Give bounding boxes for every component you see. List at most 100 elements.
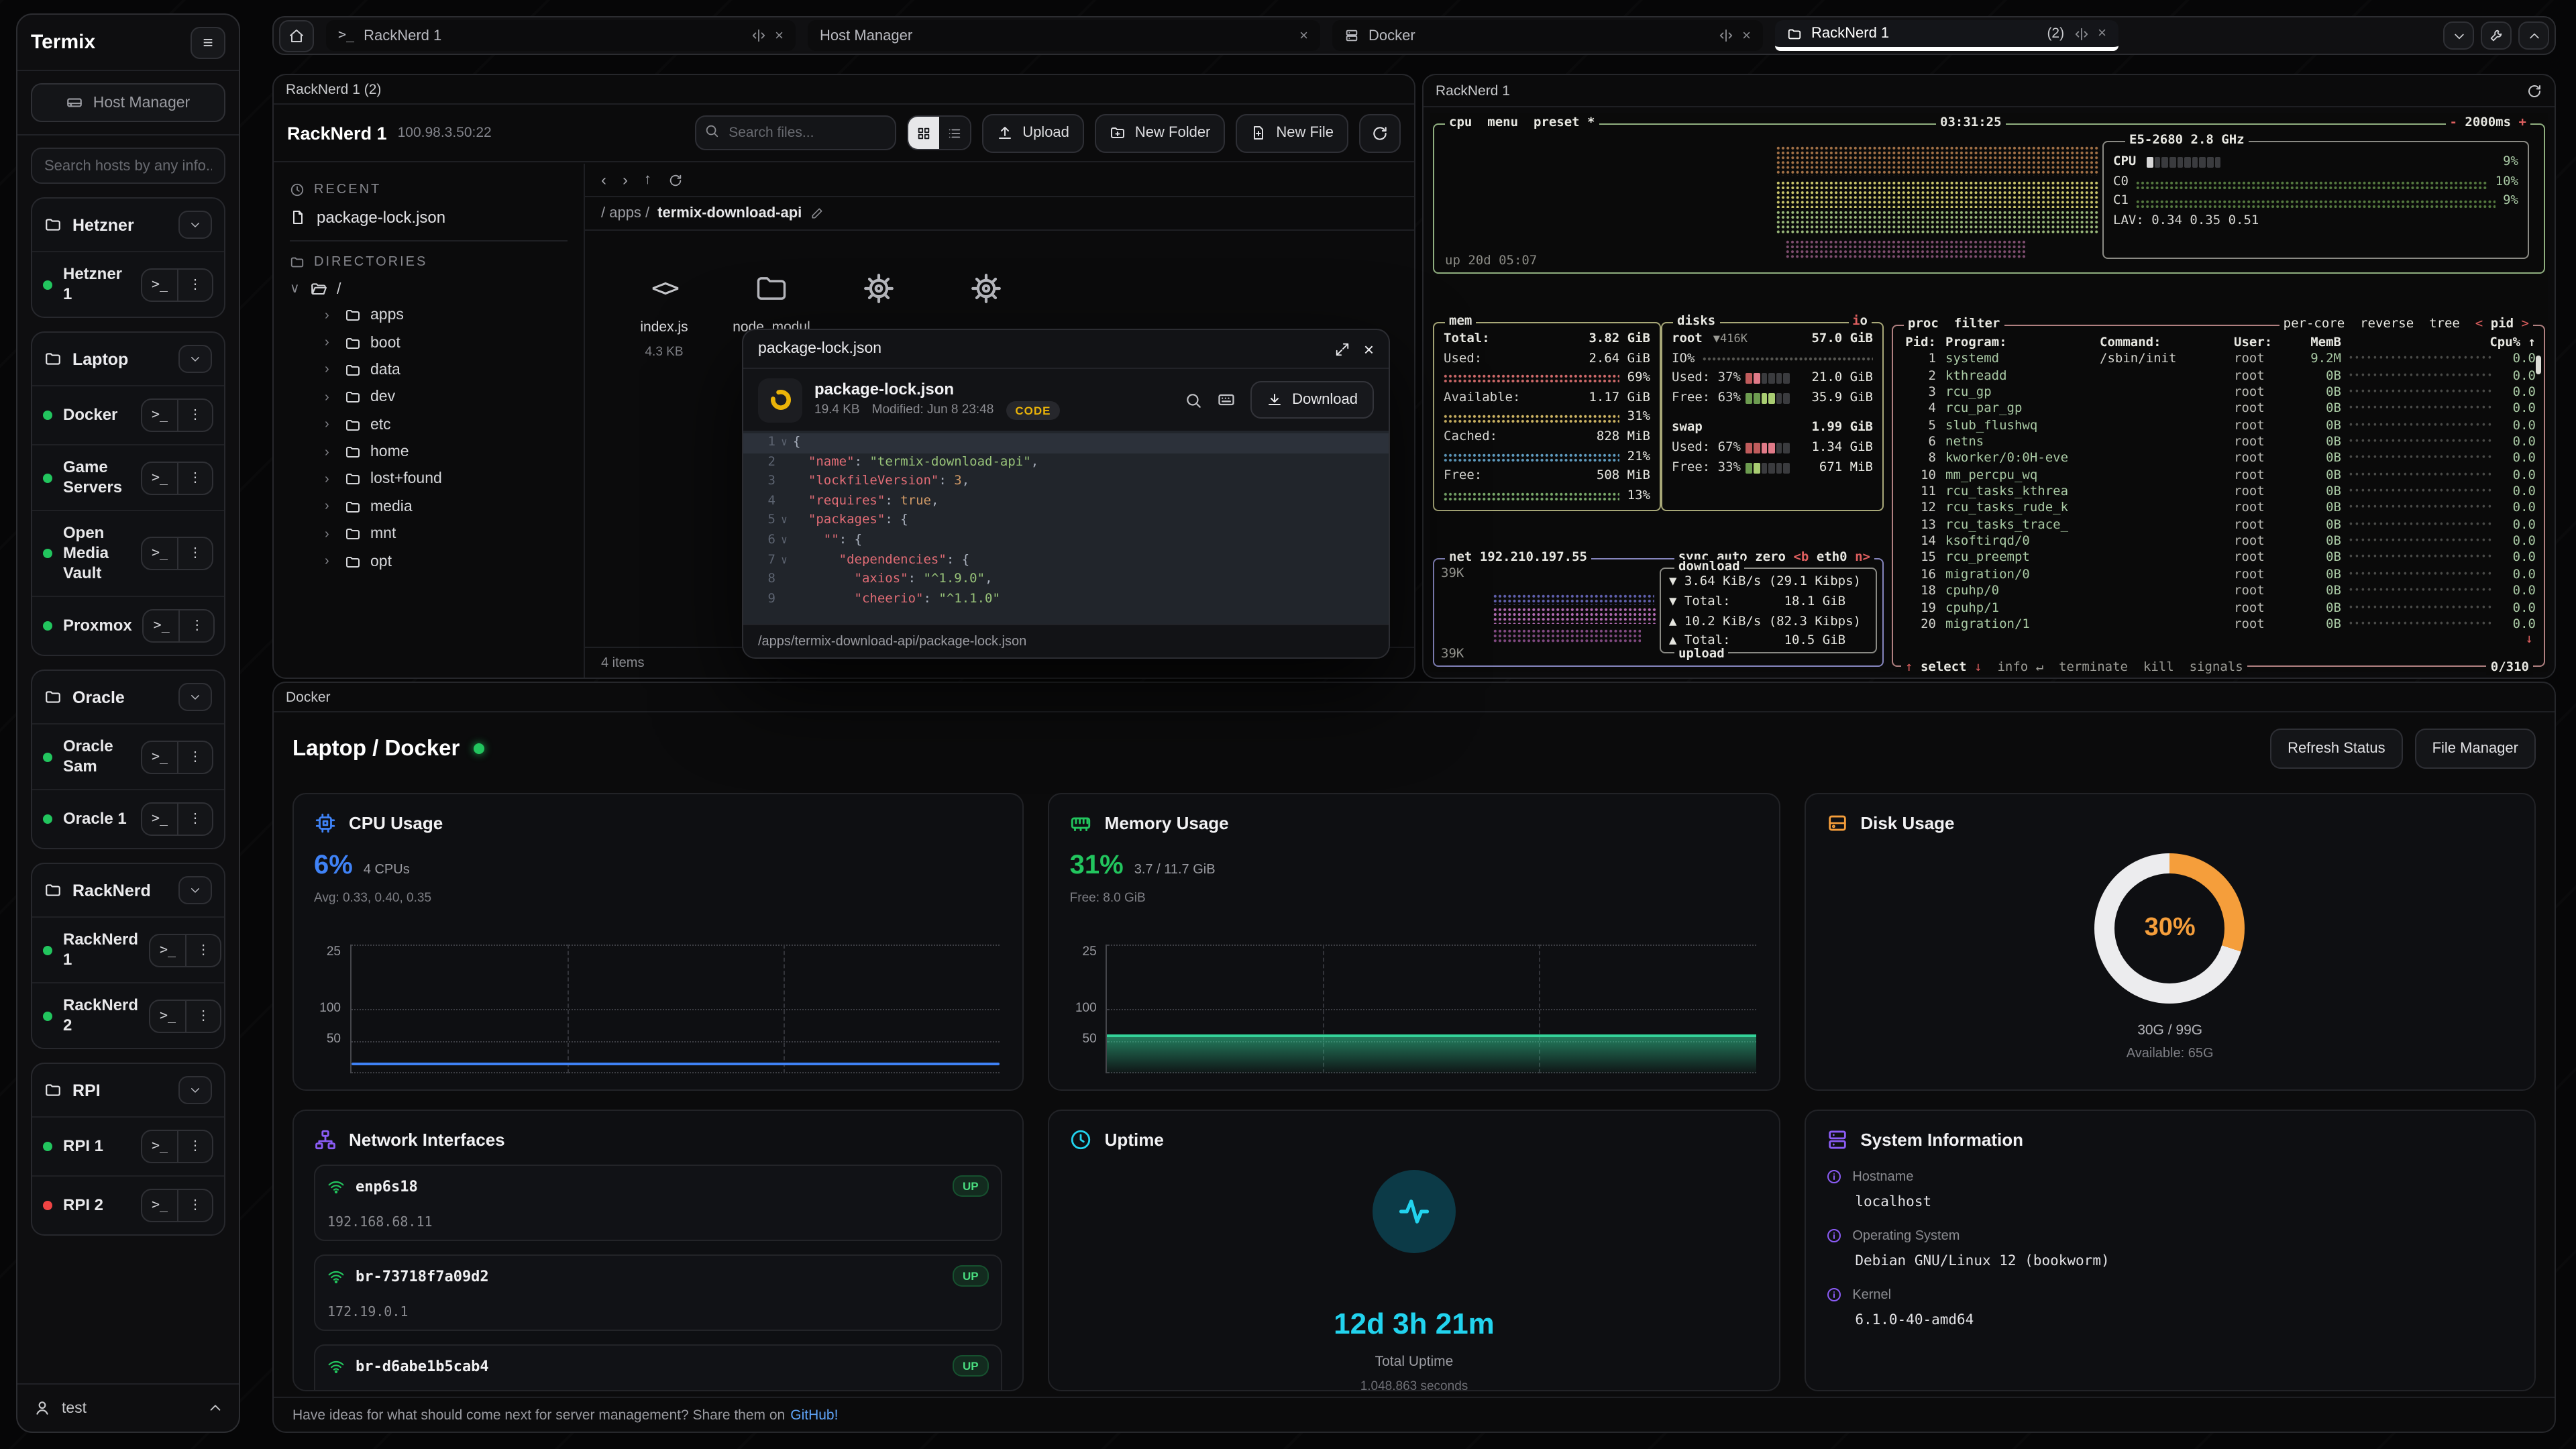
process-row[interactable]: 8 kworker/0:0H-eve root 0B 0.0: [1893, 451, 2544, 468]
file-item-indexjs[interactable]: <> index.js 4.3 KB: [620, 266, 708, 360]
new-folder-button[interactable]: New Folder: [1095, 113, 1226, 152]
home-button[interactable]: [279, 19, 314, 52]
close-icon[interactable]: ×: [1742, 28, 1751, 44]
host-row[interactable]: RPI 1 >_ ⋮: [32, 1116, 224, 1175]
scroll-tabs-down-button[interactable]: [2443, 21, 2474, 50]
back-button[interactable]: ‹: [601, 170, 606, 189]
split-view-icon[interactable]: [751, 28, 765, 43]
tree-root-item[interactable]: ∨ /: [290, 280, 568, 298]
refresh-status-button[interactable]: Refresh Status: [2270, 729, 2403, 769]
host-row[interactable]: RackNerd 1 >_ ⋮: [32, 916, 224, 982]
host-menu-button[interactable]: ⋮: [177, 804, 212, 835]
close-icon[interactable]: ×: [2098, 25, 2106, 42]
process-row[interactable]: 3 rcu_gp root 0B 0.0: [1893, 385, 2544, 402]
host-menu-button[interactable]: ⋮: [177, 400, 212, 431]
host-group-header[interactable]: Oracle: [32, 671, 224, 723]
open-terminal-button[interactable]: >_: [142, 741, 177, 772]
up-button[interactable]: ↑: [644, 172, 651, 188]
split-view-icon[interactable]: [2074, 26, 2088, 41]
forward-button[interactable]: ›: [623, 170, 628, 189]
process-row[interactable]: 18 cpuhp/0 root 0B 0.0: [1893, 584, 2544, 600]
upload-button[interactable]: Upload: [982, 113, 1084, 152]
group-collapse-button[interactable]: [178, 1076, 212, 1104]
process-row[interactable]: 14 ksoftirqd/0 root 0B 0.0: [1893, 534, 2544, 551]
tree-item[interactable]: › boot: [290, 329, 568, 357]
host-row[interactable]: Oracle Sam >_ ⋮: [32, 723, 224, 789]
process-row[interactable]: 16 migration/0 root 0B 0.0: [1893, 568, 2544, 584]
list-view-button[interactable]: [939, 117, 970, 149]
process-row[interactable]: 10 mm_percpu_wq root 0B 0.0: [1893, 468, 2544, 485]
host-row[interactable]: Proxmox >_ ⋮: [32, 596, 224, 655]
host-menu-button[interactable]: ⋮: [177, 462, 212, 493]
close-icon[interactable]: ×: [1299, 28, 1308, 44]
host-row[interactable]: Oracle 1 >_ ⋮: [32, 789, 224, 848]
process-row[interactable]: 13 rcu_tasks_trace_ root 0B 0.0: [1893, 518, 2544, 535]
tree-item[interactable]: › opt: [290, 548, 568, 576]
process-row[interactable]: 5 slub_flushwq root 0B 0.0: [1893, 418, 2544, 435]
open-terminal-button[interactable]: >_: [144, 610, 179, 641]
host-menu-button[interactable]: ⋮: [179, 610, 214, 641]
interface-row[interactable]: br-d6abe1b5cab4 UP 172.18.0.1: [314, 1344, 1003, 1391]
tab-racknerd1-terminal[interactable]: >_ RackNerd 1 ×: [326, 20, 796, 51]
github-link[interactable]: GitHub!: [790, 1407, 838, 1423]
interface-row[interactable]: enp6s18 UP 192.168.68.11: [314, 1165, 1003, 1241]
fold-icon[interactable]: [775, 472, 793, 492]
host-menu-button[interactable]: ⋮: [185, 1000, 220, 1031]
process-row[interactable]: 4 rcu_par_gp root 0B 0.0: [1893, 402, 2544, 419]
fold-icon[interactable]: ∨: [775, 433, 793, 453]
process-row[interactable]: 15 rcu_preempt root 0B 0.0: [1893, 551, 2544, 568]
tree-item[interactable]: › etc: [290, 411, 568, 439]
open-terminal-button[interactable]: >_: [150, 1000, 185, 1031]
open-terminal-button[interactable]: >_: [142, 1190, 177, 1221]
keyboard-icon[interactable]: [1217, 390, 1236, 409]
group-collapse-button[interactable]: [178, 211, 212, 239]
process-row[interactable]: 2 kthreadd root 0B 0.0: [1893, 368, 2544, 385]
process-row[interactable]: 1 systemd /sbin/init root 9.2M 0.0: [1893, 352, 2544, 369]
open-terminal-button[interactable]: >_: [142, 538, 177, 569]
tab-host-manager[interactable]: Host Manager ×: [808, 20, 1320, 51]
open-terminal-button[interactable]: >_: [142, 804, 177, 835]
tools-button[interactable]: [2481, 21, 2512, 50]
host-row[interactable]: RPI 2 >_ ⋮: [32, 1175, 224, 1234]
new-file-button[interactable]: New File: [1236, 113, 1348, 152]
tab-racknerd1-files[interactable]: RackNerd 1 (2) ×: [1775, 20, 2118, 51]
sidebar-collapse-button[interactable]: ≡: [191, 26, 225, 58]
open-terminal-button[interactable]: >_: [142, 1131, 177, 1162]
tree-item[interactable]: › media: [290, 493, 568, 521]
fold-icon[interactable]: [775, 492, 793, 512]
open-terminal-button[interactable]: >_: [142, 269, 177, 300]
host-group-header[interactable]: RPI: [32, 1064, 224, 1116]
fold-icon[interactable]: [775, 590, 793, 610]
group-collapse-button[interactable]: [178, 345, 212, 373]
user-bar[interactable]: test: [17, 1383, 239, 1432]
host-search-input[interactable]: [31, 148, 225, 184]
scroll-tabs-up-button[interactable]: [2518, 21, 2549, 50]
process-row[interactable]: 20 migration/1 root 0B 0.0: [1893, 617, 2544, 634]
code-viewer[interactable]: 1 ∨ { 2 "name": "termix-download-api", 3…: [743, 431, 1389, 624]
host-row[interactable]: Hetzner 1 >_ ⋮: [32, 251, 224, 317]
tree-item[interactable]: › home: [290, 439, 568, 466]
close-icon[interactable]: ×: [775, 28, 784, 44]
refresh-button[interactable]: [1359, 113, 1401, 152]
file-manager-button[interactable]: File Manager: [2415, 729, 2536, 769]
tree-item[interactable]: › dev: [290, 384, 568, 411]
download-button[interactable]: Download: [1250, 381, 1374, 419]
open-terminal-button[interactable]: >_: [142, 462, 177, 493]
host-row[interactable]: Docker >_ ⋮: [32, 385, 224, 444]
open-terminal-button[interactable]: >_: [150, 934, 185, 965]
host-group-header[interactable]: RackNerd: [32, 864, 224, 916]
host-group-header[interactable]: Laptop: [32, 333, 224, 385]
group-collapse-button[interactable]: [178, 876, 212, 904]
edit-path-icon[interactable]: [810, 207, 823, 220]
host-row[interactable]: RackNerd 2 >_ ⋮: [32, 982, 224, 1048]
process-row[interactable]: 11 rcu_tasks_kthrea root 0B 0.0: [1893, 484, 2544, 501]
close-icon[interactable]: ×: [1364, 339, 1374, 359]
fold-icon[interactable]: [775, 453, 793, 472]
tree-item[interactable]: › mnt: [290, 521, 568, 548]
fold-icon[interactable]: [775, 570, 793, 590]
fold-icon[interactable]: ∨: [775, 512, 793, 531]
grid-view-button[interactable]: [908, 117, 939, 149]
fold-icon[interactable]: ∨: [775, 531, 793, 551]
fold-icon[interactable]: ∨: [775, 551, 793, 570]
file-search-input[interactable]: [695, 115, 896, 150]
